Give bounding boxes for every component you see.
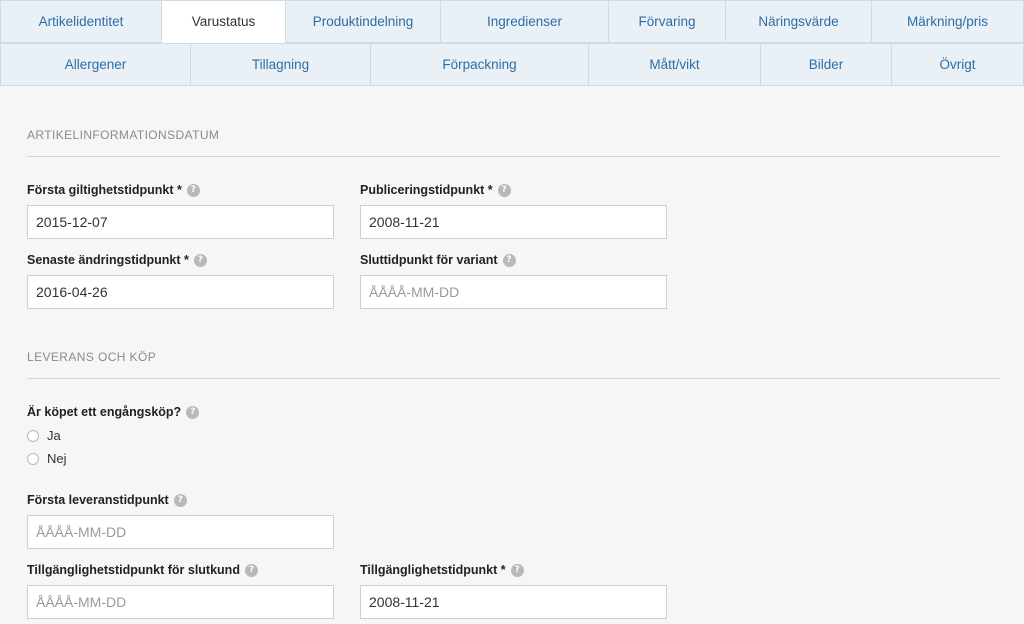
radio-group: Ja Nej (27, 424, 199, 470)
field-label: Första leveranstidpunkt (27, 493, 169, 507)
field-label-row: Är köpet ett engångsköp?? (27, 404, 200, 420)
section-divider (27, 156, 1000, 157)
help-icon[interactable]: ? (193, 253, 207, 267)
help-icon[interactable]: ? (186, 405, 200, 419)
radio-button[interactable] (27, 452, 39, 465)
avail-end-customer-input[interactable] (27, 585, 334, 619)
help-icon[interactable]: ? (497, 183, 511, 197)
form-content: ARTIKELINFORMATIONSDATUM Första giltighe… (0, 86, 1024, 624)
help-icon[interactable]: ? (502, 253, 516, 267)
field-label-row: Senaste ändringstidpunkt *? (27, 252, 334, 268)
tab-label: Mått/vikt (649, 57, 700, 72)
field-label: Senaste ändringstidpunkt * (27, 253, 189, 267)
tab-forpackning[interactable]: Förpackning (371, 43, 589, 85)
tab-row-1: Artikelidentitet Varustatus Produktindel… (0, 0, 1024, 43)
field-label: Tillgänglighetstidpunkt för slutkund (27, 563, 240, 577)
field-label-row: Första leveranstidpunkt? (27, 492, 334, 508)
field-label-row: Tillgänglighetstidpunkt *? (360, 562, 667, 578)
field-first-delivery: Första leveranstidpunkt? (27, 492, 334, 549)
tab-label: Allergener (64, 57, 127, 72)
tab-label: Övrigt (939, 57, 976, 72)
tab-naringsvarde[interactable]: Näringsvärde (726, 0, 872, 42)
tab-artikelidentitet[interactable]: Artikelidentitet (0, 0, 162, 42)
tab-ingredienser[interactable]: Ingredienser (441, 0, 609, 42)
tab-label: Näringsvärde (758, 14, 839, 29)
radio-option-ja[interactable]: Ja (27, 424, 199, 447)
radio-label: Nej (47, 451, 67, 466)
field-label: Sluttidpunkt för variant (360, 253, 498, 267)
field-first-valid: Första giltighetstidpunkt *? (27, 182, 334, 239)
help-icon[interactable]: ? (244, 563, 258, 577)
field-last-changed: Senaste ändringstidpunkt *? (27, 252, 334, 309)
field-label-row: Första giltighetstidpunkt *? (27, 182, 334, 198)
first-valid-input[interactable] (27, 205, 334, 239)
section-divider (27, 378, 1000, 379)
tab-produktindelning[interactable]: Produktindelning (286, 0, 441, 42)
field-label: Publiceringstidpunkt * (360, 183, 493, 197)
field-label-row: Sluttidpunkt för variant? (360, 252, 667, 268)
tab-bilder[interactable]: Bilder (761, 43, 892, 85)
section-title-leverans-och-kop: LEVERANS OCH KÖP (27, 350, 157, 364)
tab-label: Tillagning (251, 57, 310, 72)
variant-end-input[interactable] (360, 275, 667, 309)
tab-allergener[interactable]: Allergener (0, 43, 191, 85)
field-one-time-purchase: Är köpet ett engångsköp?? Ja Nej (27, 404, 200, 470)
radio-label: Ja (47, 428, 61, 443)
help-icon[interactable]: ? (510, 563, 524, 577)
radio-option-nej[interactable]: Nej (27, 447, 199, 470)
section-title-artikelinformationsdatum: ARTIKELINFORMATIONSDATUM (27, 128, 220, 142)
tab-bar: Artikelidentitet Varustatus Produktindel… (0, 0, 1024, 86)
tab-label: Artikelidentitet (38, 14, 124, 29)
availability-input[interactable] (360, 585, 667, 619)
tab-forvaring[interactable]: Förvaring (609, 0, 726, 42)
last-changed-input[interactable] (27, 275, 334, 309)
field-label-row: Tillgänglighetstidpunkt för slutkund? (27, 562, 334, 578)
tab-varustatus[interactable]: Varustatus (162, 0, 286, 43)
help-icon[interactable]: ? (186, 183, 200, 197)
tab-label: Förvaring (638, 14, 696, 29)
field-label-row: Publiceringstidpunkt *? (360, 182, 667, 198)
tab-label: Märkning/pris (906, 14, 989, 29)
tab-tillagning[interactable]: Tillagning (191, 43, 371, 85)
tab-matt-vikt[interactable]: Mått/vikt (589, 43, 761, 85)
field-label: Tillgänglighetstidpunkt * (360, 563, 506, 577)
field-availability: Tillgänglighetstidpunkt *? (360, 562, 667, 619)
field-label: Första giltighetstidpunkt * (27, 183, 182, 197)
tab-label: Förpackning (442, 57, 517, 72)
help-icon[interactable]: ? (173, 493, 187, 507)
tab-label: Ingredienser (486, 14, 563, 29)
tab-markning-pris[interactable]: Märkning/pris (872, 0, 1024, 42)
tab-label: Varustatus (191, 14, 256, 29)
field-label: Är köpet ett engångsköp? (27, 405, 182, 419)
field-variant-end: Sluttidpunkt för variant? (360, 252, 667, 309)
tab-label: Bilder (808, 57, 844, 72)
published-input[interactable] (360, 205, 667, 239)
field-published: Publiceringstidpunkt *? (360, 182, 667, 239)
first-delivery-input[interactable] (27, 515, 334, 549)
tab-ovrigt[interactable]: Övrigt (892, 43, 1024, 85)
tab-label: Produktindelning (312, 14, 414, 29)
tab-row-2: Allergener Tillagning Förpackning Mått/v… (0, 43, 1024, 86)
field-avail-end-customer: Tillgänglighetstidpunkt för slutkund? (27, 562, 334, 619)
radio-button[interactable] (27, 429, 39, 442)
